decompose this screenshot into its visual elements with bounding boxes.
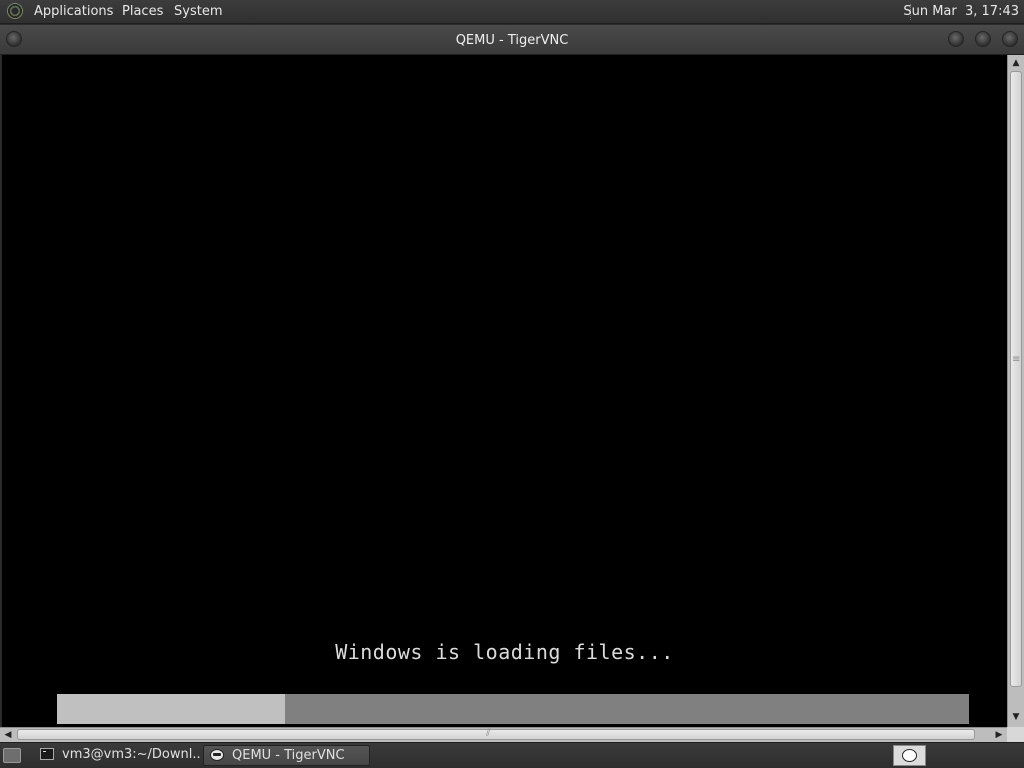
thumb-grip-icon: ⫽ [486, 728, 491, 739]
horizontal-scrollbar[interactable]: ◀ ⫽ ▶ [0, 727, 1007, 742]
top-panel: Applications Places System Sun Mar 3, 17… [0, 0, 1024, 24]
horizontal-scroll-thumb[interactable]: ⫽ [17, 728, 975, 740]
system-menu[interactable]: System [174, 4, 222, 19]
close-button[interactable] [1002, 31, 1018, 47]
taskbar-item-terminal[interactable]: vm3@vm3:~/Downl... [34, 745, 200, 766]
taskbar-item-qemu-tigervnc[interactable]: QEMU - TigerVNC [203, 745, 370, 766]
vertical-scrollbar[interactable]: ▲ ≡ ▼ [1007, 55, 1024, 727]
show-desktop-icon[interactable] [3, 748, 21, 763]
loading-progress-fill [57, 694, 285, 724]
window-title: QEMU - TigerVNC [455, 33, 569, 48]
taskbar-item-label: QEMU - TigerVNC [232, 748, 345, 763]
bottom-taskbar: vm3@vm3:~/Downl... QEMU - TigerVNC [0, 742, 1024, 768]
applications-menu[interactable]: Applications [34, 4, 113, 19]
thumb-grip-icon: ≡ [1012, 354, 1021, 365]
scroll-right-arrow-icon[interactable]: ▶ [992, 729, 1006, 741]
maximize-button[interactable] [975, 31, 991, 47]
vnc-viewport[interactable]: Windows is loading files... [2, 55, 1007, 727]
vertical-scroll-thumb[interactable]: ≡ [1010, 71, 1022, 687]
tray-tigervnc-icon[interactable] [893, 745, 926, 766]
tigervnc-icon [210, 749, 224, 761]
terminal-icon [40, 748, 54, 760]
places-menu[interactable]: Places [122, 4, 163, 19]
minimize-button[interactable] [948, 31, 964, 47]
taskbar-item-label: vm3@vm3:~/Downl... [62, 747, 200, 762]
scroll-down-arrow-icon[interactable]: ▼ [1009, 711, 1023, 723]
clock[interactable]: Sun Mar 3, 17:43 [903, 4, 1019, 19]
window-titlebar[interactable]: QEMU - TigerVNC [0, 25, 1024, 55]
loading-progress-bar [57, 694, 969, 724]
scroll-up-arrow-icon[interactable]: ▲ [1009, 57, 1023, 69]
scroll-left-arrow-icon[interactable]: ◀ [1, 729, 15, 741]
scroll-corner [1007, 727, 1024, 742]
distro-logo-icon[interactable] [7, 3, 23, 19]
loading-message: Windows is loading files... [335, 640, 674, 664]
